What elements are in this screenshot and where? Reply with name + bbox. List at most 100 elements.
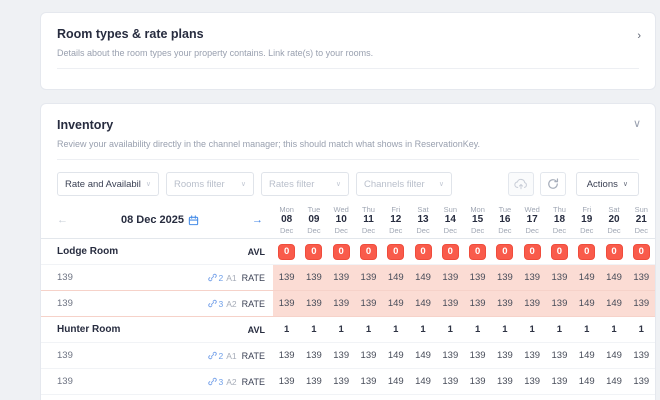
rate-cell[interactable]: 139 (628, 272, 655, 283)
rate-cell[interactable]: 149 (573, 272, 600, 283)
rate-cell[interactable]: 139 (355, 376, 382, 387)
rate-link-group[interactable]: 2A1 (208, 273, 237, 283)
rate-cell[interactable]: 139 (464, 376, 491, 387)
rate-cell[interactable]: 149 (409, 298, 436, 309)
collapse-chevron-icon[interactable]: ∨ (633, 117, 641, 130)
rate-cell[interactable]: 139 (355, 350, 382, 361)
availability-cell[interactable]: 1 (273, 324, 300, 335)
rate-cell[interactable]: 139 (519, 298, 546, 309)
availability-badge[interactable]: 0 (606, 244, 623, 260)
rates-filter-select[interactable]: Rates filter ∨ (261, 172, 349, 196)
rate-cell[interactable]: 139 (464, 298, 491, 309)
rate-cell[interactable]: 139 (355, 298, 382, 309)
rate-cell[interactable]: 139 (546, 298, 573, 309)
rate-cell[interactable]: 139 (300, 376, 327, 387)
availability-cell[interactable]: 0 (464, 244, 491, 260)
availability-cell[interactable]: 0 (409, 244, 436, 260)
prev-date-button[interactable]: ← (57, 214, 68, 226)
availability-cell[interactable]: 0 (273, 244, 300, 260)
rate-cell[interactable]: 139 (328, 350, 355, 361)
rate-link-group[interactable]: 3A2 (208, 299, 237, 309)
rate-cell[interactable]: 149 (600, 376, 627, 387)
rate-cell[interactable]: 139 (273, 376, 300, 387)
rate-cell[interactable]: 139 (464, 272, 491, 283)
rate-cell[interactable]: 139 (546, 272, 573, 283)
availability-badge[interactable]: 0 (469, 244, 486, 260)
rate-cell[interactable]: 149 (409, 272, 436, 283)
rate-cell[interactable]: 149 (382, 376, 409, 387)
expand-chevron-icon[interactable]: › (637, 30, 641, 42)
rate-cell[interactable]: 139 (273, 272, 300, 283)
availability-cell[interactable]: 1 (382, 324, 409, 335)
availability-cell[interactable]: 0 (573, 244, 600, 260)
rate-cell[interactable]: 149 (600, 350, 627, 361)
rate-cell[interactable]: 149 (382, 272, 409, 283)
rate-cell[interactable]: 139 (628, 298, 655, 309)
next-date-button[interactable]: → (252, 214, 263, 226)
rate-cell[interactable]: 149 (573, 298, 600, 309)
availability-badge[interactable]: 0 (387, 244, 404, 260)
availability-cell[interactable]: 1 (491, 324, 518, 335)
rate-link-group[interactable]: 2A1 (208, 351, 237, 361)
rate-cell[interactable]: 139 (464, 350, 491, 361)
rate-cell[interactable]: 139 (300, 272, 327, 283)
availability-cell[interactable]: 0 (491, 244, 518, 260)
rate-cell[interactable]: 139 (491, 272, 518, 283)
availability-badge[interactable]: 0 (524, 244, 541, 260)
availability-cell[interactable]: 1 (464, 324, 491, 335)
rate-cell[interactable]: 139 (491, 350, 518, 361)
availability-badge[interactable]: 0 (578, 244, 595, 260)
availability-badge[interactable]: 0 (551, 244, 568, 260)
rate-cell[interactable]: 139 (519, 272, 546, 283)
rate-cell[interactable]: 149 (382, 350, 409, 361)
rate-cell[interactable]: 139 (437, 350, 464, 361)
availability-cell[interactable]: 1 (437, 324, 464, 335)
availability-cell[interactable]: 0 (328, 244, 355, 260)
actions-button[interactable]: Actions ∨ (576, 172, 639, 196)
availability-badge[interactable]: 0 (633, 244, 650, 260)
rate-cell[interactable]: 139 (273, 298, 300, 309)
rate-cell[interactable]: 139 (273, 350, 300, 361)
rate-cell[interactable]: 139 (437, 272, 464, 283)
availability-cell[interactable]: 0 (355, 244, 382, 260)
rate-cell[interactable]: 139 (437, 298, 464, 309)
availability-cell[interactable]: 0 (300, 244, 327, 260)
rate-cell[interactable]: 149 (573, 350, 600, 361)
availability-cell[interactable]: 1 (355, 324, 382, 335)
cloud-upload-button[interactable] (508, 172, 534, 196)
availability-badge[interactable]: 0 (278, 244, 295, 260)
refresh-button[interactable] (540, 172, 566, 196)
rate-cell[interactable]: 139 (546, 350, 573, 361)
rate-cell[interactable]: 139 (628, 350, 655, 361)
availability-cell[interactable]: 0 (600, 244, 627, 260)
rate-cell[interactable]: 139 (628, 376, 655, 387)
view-select[interactable]: Rate and Availability ∨ (57, 172, 159, 196)
availability-badge[interactable]: 0 (415, 244, 432, 260)
rate-cell[interactable]: 149 (600, 298, 627, 309)
channels-filter-select[interactable]: Channels filter ∨ (356, 172, 452, 196)
rate-link-group[interactable]: 3A2 (208, 377, 237, 387)
rate-cell[interactable]: 149 (382, 298, 409, 309)
rate-cell[interactable]: 139 (300, 298, 327, 309)
rate-cell[interactable]: 139 (355, 272, 382, 283)
availability-cell[interactable]: 1 (328, 324, 355, 335)
availability-badge[interactable]: 0 (496, 244, 513, 260)
rate-cell[interactable]: 139 (491, 376, 518, 387)
current-date-button[interactable]: 08 Dec 2025 (68, 214, 252, 226)
availability-cell[interactable]: 0 (437, 244, 464, 260)
rate-cell[interactable]: 139 (328, 376, 355, 387)
rate-cell[interactable]: 139 (328, 272, 355, 283)
availability-badge[interactable]: 0 (305, 244, 322, 260)
availability-cell[interactable]: 1 (300, 324, 327, 335)
availability-badge[interactable]: 0 (333, 244, 350, 260)
rate-cell[interactable]: 139 (546, 376, 573, 387)
availability-cell[interactable]: 1 (600, 324, 627, 335)
rate-cell[interactable]: 139 (519, 350, 546, 361)
rate-cell[interactable]: 139 (328, 298, 355, 309)
rate-cell[interactable]: 139 (519, 376, 546, 387)
availability-cell[interactable]: 0 (628, 244, 655, 260)
rate-cell[interactable]: 139 (437, 376, 464, 387)
availability-cell[interactable]: 0 (382, 244, 409, 260)
rate-cell[interactable]: 149 (409, 350, 436, 361)
availability-cell[interactable]: 1 (409, 324, 436, 335)
